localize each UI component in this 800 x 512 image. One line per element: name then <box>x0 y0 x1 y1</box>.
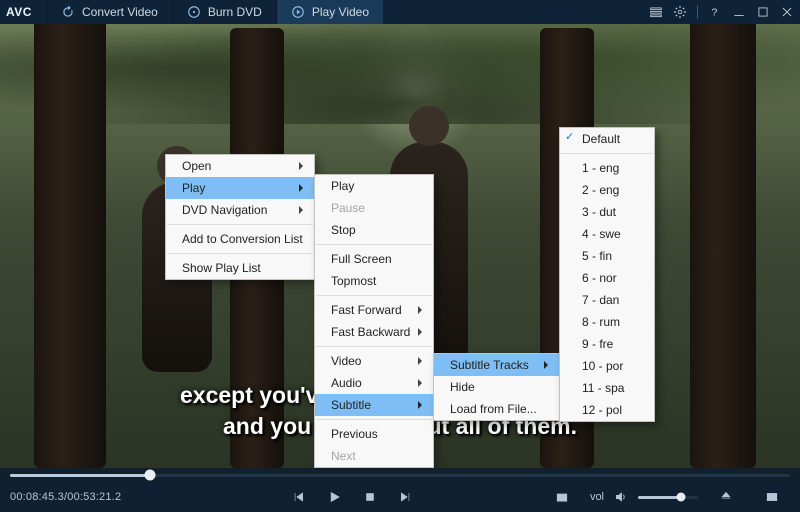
menu-separator <box>167 253 313 254</box>
menu-separator <box>561 153 653 154</box>
submenu-tracks: Default 1 - eng 2 - eng 3 - dut 4 - swe … <box>559 127 655 422</box>
menu-previous[interactable]: Previous <box>315 423 433 445</box>
menu-dvd-navigation[interactable]: DVD Navigation <box>166 199 314 221</box>
video-canvas[interactable]: except you've got thousands of children … <box>0 24 800 468</box>
track-item[interactable]: 6 - nor <box>560 267 654 289</box>
track-item[interactable]: 8 - rum <box>560 311 654 333</box>
gear-icon[interactable] <box>673 5 687 19</box>
volume-label: vol <box>590 491 604 503</box>
menu-subtitle-load[interactable]: Load from File... <box>434 398 559 420</box>
minimize-icon[interactable] <box>732 5 746 19</box>
menu-play-action[interactable]: Play <box>315 175 433 197</box>
track-item[interactable]: 11 - spa <box>560 377 654 399</box>
context-menu: Open Play DVD Navigation Add to Conversi… <box>165 154 315 280</box>
menu-audio[interactable]: Audio <box>315 372 433 394</box>
menu-subtitle-hide[interactable]: Hide <box>434 376 559 398</box>
menu-fast-forward[interactable]: Fast Forward <box>315 299 433 321</box>
tab-play-video[interactable]: Play Video <box>276 0 383 24</box>
submenu-subtitle: Subtitle Tracks Hide Load from File... <box>433 353 560 421</box>
track-item[interactable]: 7 - dan <box>560 289 654 311</box>
refresh-icon <box>61 5 75 19</box>
track-item[interactable]: 4 - swe <box>560 223 654 245</box>
seek-bar[interactable] <box>0 468 800 482</box>
volume-knob[interactable] <box>677 493 686 502</box>
close-icon[interactable] <box>780 5 794 19</box>
menu-separator <box>167 224 313 225</box>
time-display: 00:08:45.3/00:53:21.2 <box>10 491 160 503</box>
track-item[interactable]: 9 - fre <box>560 333 654 355</box>
titlebar-actions: ? <box>649 5 800 19</box>
menu-separator <box>316 244 432 245</box>
prev-button[interactable] <box>287 486 309 508</box>
seek-knob[interactable] <box>145 470 156 481</box>
stop-button[interactable] <box>359 486 381 508</box>
menu-play[interactable]: Play <box>166 177 314 199</box>
time-total: 00:53:21.2 <box>67 491 121 503</box>
brand-logo: AVC <box>0 5 46 19</box>
video-frame-foliage <box>0 24 800 124</box>
track-default[interactable]: Default <box>560 128 654 150</box>
track-item[interactable]: 12 - pol <box>560 399 654 421</box>
control-bar: 00:08:45.3/00:53:21.2 vol <box>0 482 800 512</box>
menu-separator <box>316 419 432 420</box>
tab-label: Burn DVD <box>208 5 262 19</box>
fullscreen-button[interactable] <box>761 486 783 508</box>
snapshot-button[interactable] <box>551 486 573 508</box>
menu-stop[interactable]: Stop <box>315 219 433 241</box>
seek-fill <box>10 474 150 477</box>
window-list-icon[interactable] <box>649 5 663 19</box>
seek-track[interactable] <box>10 474 790 477</box>
svg-text:?: ? <box>712 7 718 19</box>
menu-fullscreen[interactable]: Full Screen <box>315 248 433 270</box>
next-button[interactable] <box>395 486 417 508</box>
maximize-icon[interactable] <box>756 5 770 19</box>
track-item[interactable]: 3 - dut <box>560 201 654 223</box>
track-item[interactable]: 5 - fin <box>560 245 654 267</box>
menu-fast-backward[interactable]: Fast Backward <box>315 321 433 343</box>
menu-next: Next <box>315 445 433 467</box>
menu-subtitle[interactable]: Subtitle <box>315 394 433 416</box>
menu-topmost[interactable]: Topmost <box>315 270 433 292</box>
menu-separator <box>316 295 432 296</box>
volume-fill <box>638 496 681 499</box>
help-icon[interactable]: ? <box>708 5 722 19</box>
speaker-icon[interactable] <box>610 486 632 508</box>
tab-label: Play Video <box>312 5 369 19</box>
track-item[interactable]: 1 - eng <box>560 157 654 179</box>
menu-show-playlist[interactable]: Show Play List <box>166 257 314 279</box>
eject-button[interactable] <box>715 486 737 508</box>
submenu-play: Play Pause Stop Full Screen Topmost Fast… <box>314 174 434 468</box>
menu-open[interactable]: Open <box>166 155 314 177</box>
tab-convert-video[interactable]: Convert Video <box>46 0 172 24</box>
tab-burn-dvd[interactable]: Burn DVD <box>172 0 276 24</box>
menu-video[interactable]: Video <box>315 350 433 372</box>
menu-pause: Pause <box>315 197 433 219</box>
time-current: 00:08:45.3 <box>10 491 64 503</box>
titlebar: AVC Convert Video Burn DVD Play Video ? <box>0 0 800 24</box>
play-circle-icon <box>291 5 305 19</box>
right-tools: vol <box>544 486 790 508</box>
track-item[interactable]: 10 - por <box>560 355 654 377</box>
volume-track[interactable] <box>638 496 698 499</box>
separator <box>697 5 698 19</box>
play-button[interactable] <box>323 486 345 508</box>
menu-subtitle-tracks[interactable]: Subtitle Tracks <box>434 354 559 376</box>
volume-control: vol <box>590 486 698 508</box>
disc-icon <box>187 5 201 19</box>
app-window: AVC Convert Video Burn DVD Play Video ? <box>0 0 800 512</box>
track-item[interactable]: 2 - eng <box>560 179 654 201</box>
menu-separator <box>316 346 432 347</box>
menu-add-to-conversion[interactable]: Add to Conversion List <box>166 228 314 250</box>
tab-label: Convert Video <box>82 5 158 19</box>
